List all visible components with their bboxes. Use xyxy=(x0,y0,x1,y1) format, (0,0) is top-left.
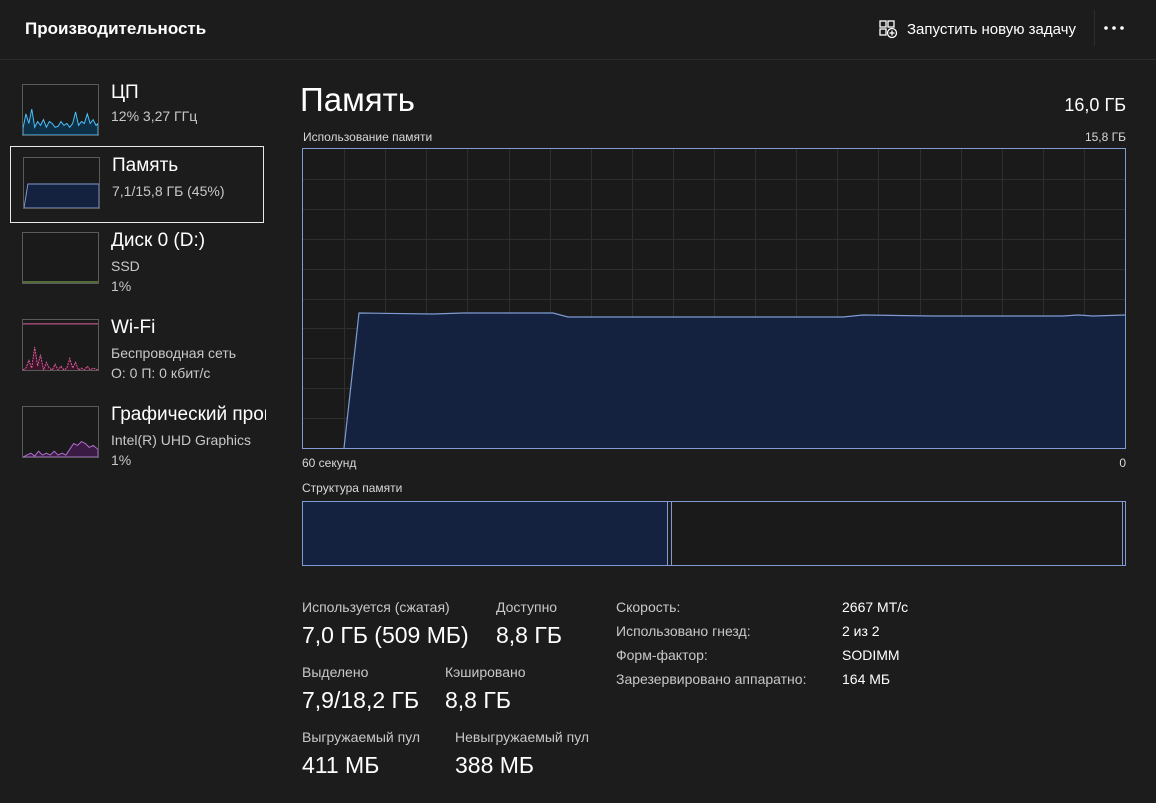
more-icon xyxy=(1104,26,1124,30)
title-bar: Производительность Запустить новую задач… xyxy=(0,0,1156,60)
stat-value: 411 МБ xyxy=(302,752,380,778)
stat-nonpaged-pool: Невыгружаемый пул 388 МБ xyxy=(455,729,589,779)
spec-value: 2 из 2 xyxy=(842,623,880,639)
standby-segment xyxy=(672,502,1122,565)
stat-label: Кэшировано xyxy=(445,664,526,680)
disk-thumbnail xyxy=(22,232,99,284)
sidebar-item-detail: SSD xyxy=(111,258,140,274)
stat-label: Невыгружаемый пул xyxy=(455,729,590,745)
sidebar-item-gpu[interactable]: Графический процессор 0 Intel(R) UHD Gra… xyxy=(10,396,266,473)
sidebar-item-label: Графический процессор 0 xyxy=(111,404,266,425)
free-segment xyxy=(1122,502,1125,565)
sidebar-item-wifi[interactable]: Wi-Fi Беспроводная сеть О: 0 П: 0 кбит/с xyxy=(10,309,264,386)
run-new-task-button[interactable]: Запустить новую задачу xyxy=(872,12,1086,46)
sidebar-item-detail: Беспроводная сеть xyxy=(111,345,237,361)
stat-committed: Выделено 7,9/18,2 ГБ xyxy=(302,664,419,714)
run-new-task-label: Запустить новую задачу xyxy=(907,20,1076,38)
usage-graph-label: Использование памяти xyxy=(303,130,433,144)
sidebar-item-cpu[interactable]: ЦП 12% 3,27 ГГц xyxy=(10,74,264,151)
graph-time-right: 0 xyxy=(1119,456,1126,470)
memory-title: Память xyxy=(300,81,415,118)
gpu-thumbnail xyxy=(22,406,99,458)
spec-label: Форм-фактор: xyxy=(616,647,708,663)
sidebar-item-label: Диск 0 (D:) xyxy=(111,230,206,251)
stat-label: Доступно xyxy=(496,599,558,615)
sidebar-item-memory[interactable]: Память 7,1/15,8 ГБ (45%) xyxy=(10,146,264,223)
sidebar-item-detail: 7,1/15,8 ГБ (45%) xyxy=(112,183,225,199)
memory-thumbnail xyxy=(23,157,100,209)
stat-value: 7,0 ГБ (509 МБ) xyxy=(302,622,469,648)
spec-value: 2667 MT/c xyxy=(842,599,909,615)
stat-label: Выгружаемый пул xyxy=(302,729,421,745)
stat-cached: Кэшировано 8,8 ГБ xyxy=(445,664,526,714)
in-use-segment xyxy=(303,502,668,565)
sidebar-item-label: Wi-Fi xyxy=(111,317,156,338)
page-title: Производительность xyxy=(25,19,207,38)
sidebar-item-disk[interactable]: Диск 0 (D:) SSD 1% xyxy=(10,222,264,299)
memory-usage-area xyxy=(303,313,1125,448)
wifi-thumbnail xyxy=(22,319,99,371)
stat-value: 8,8 ГБ xyxy=(445,687,511,713)
graph-time-left: 60 секунд xyxy=(302,456,357,470)
stat-value: 8,8 ГБ xyxy=(496,622,562,648)
sidebar-item-label: Память xyxy=(112,155,179,176)
sidebar-item-detail: О: 0 П: 0 кбит/с xyxy=(111,365,211,381)
sidebar-item-detail: 1% xyxy=(111,278,132,294)
spec-value: SODIMM xyxy=(842,647,900,663)
spec-label: Скорость: xyxy=(616,599,681,615)
stat-label: Используется (сжатая) xyxy=(302,599,450,615)
memory-panel: Память 16,0 ГБ Использование памяти 15,8… xyxy=(272,61,1156,803)
new-task-icon xyxy=(879,20,898,39)
stat-value: 388 МБ xyxy=(455,752,535,778)
sidebar: ЦП 12% 3,27 ГГц Память 7,1/15,8 ГБ (45%)… xyxy=(0,61,272,803)
stat-label: Выделено xyxy=(302,664,369,680)
spec-value: 164 МБ xyxy=(842,671,891,687)
spec-label: Использовано гнезд: xyxy=(616,623,751,639)
usage-graph-max: 15,8 ГБ xyxy=(1084,130,1126,144)
sidebar-item-detail: 12% 3,27 ГГц xyxy=(111,108,198,124)
memory-composition-bar xyxy=(302,501,1126,566)
stat-in-use: Используется (сжатая) 7,0 ГБ (509 МБ) xyxy=(302,599,469,649)
more-options-button[interactable] xyxy=(1094,10,1134,46)
composition-label: Структура памяти xyxy=(302,481,403,495)
memory-total: 16,0 ГБ xyxy=(1064,95,1126,115)
sidebar-item-detail: Intel(R) UHD Graphics xyxy=(111,432,252,448)
stat-paged-pool: Выгружаемый пул 411 МБ xyxy=(302,729,420,779)
sidebar-item-detail: 1% xyxy=(111,452,132,468)
stat-available: Доступно 8,8 ГБ xyxy=(496,599,562,649)
stat-value: 7,9/18,2 ГБ xyxy=(302,687,420,713)
spec-label: Зарезервировано аппаратно: xyxy=(616,671,807,687)
sidebar-item-label: ЦП xyxy=(111,82,139,103)
cpu-thumbnail xyxy=(22,84,99,136)
memory-usage-graph xyxy=(302,148,1126,449)
